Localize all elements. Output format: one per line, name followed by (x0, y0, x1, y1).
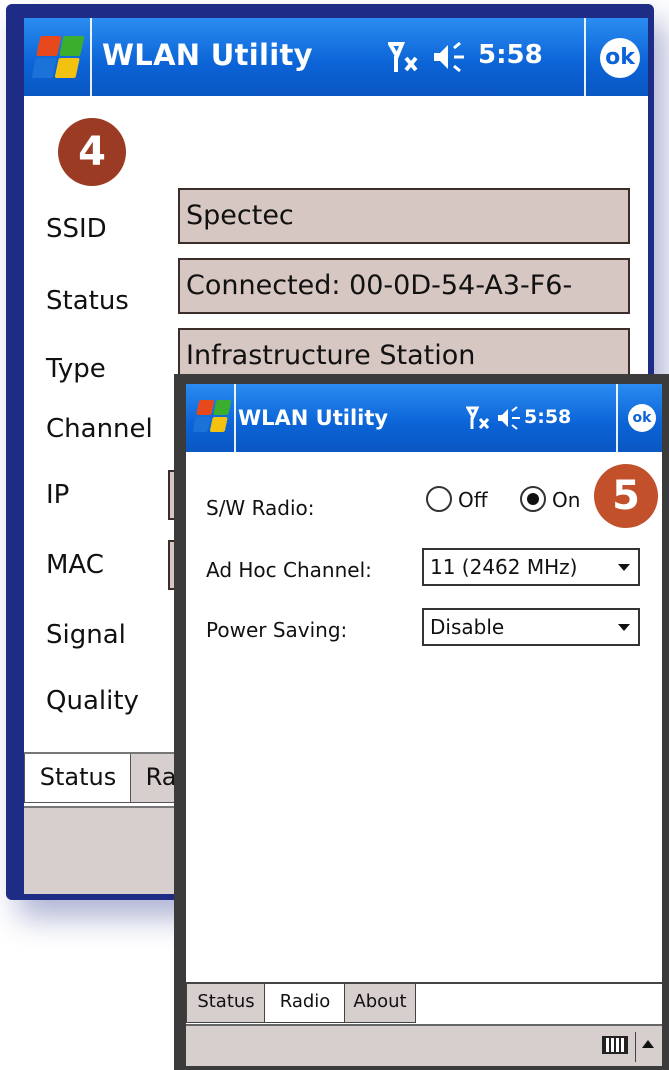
front-titlebar: WLAN Utility 5:58 ok (186, 384, 662, 452)
channel-label: Channel (46, 414, 153, 444)
speaker-icon[interactable] (432, 42, 472, 72)
chevron-down-icon (618, 564, 630, 571)
ok-button[interactable]: ok (628, 404, 656, 432)
step-badge: 4 (58, 118, 126, 186)
menu-separator (635, 1032, 636, 1062)
windows-start-icon[interactable] (192, 400, 232, 432)
app-title: WLAN Utility (102, 38, 313, 72)
status-label: Status (46, 286, 129, 316)
antenna-off-icon[interactable] (388, 42, 424, 76)
front-device-frame: WLAN Utility 5:58 ok 5 S/W Radio: Off On… (174, 374, 669, 1070)
power-saving-label: Power Saving: (206, 618, 348, 642)
title-separator (234, 384, 236, 452)
chevron-down-icon (618, 624, 630, 631)
quality-label: Quality (46, 686, 139, 716)
front-screen: WLAN Utility 5:58 ok 5 S/W Radio: Off On… (186, 384, 662, 1066)
tab-bar: Status Radio About (186, 982, 662, 1024)
clock: 5:58 (478, 40, 543, 70)
title-separator (616, 384, 618, 452)
tab-status[interactable]: Status (186, 984, 266, 1023)
input-panel-arrow-icon[interactable] (642, 1040, 654, 1048)
mac-label: MAC (46, 550, 104, 580)
title-separator (584, 18, 586, 96)
tab-status[interactable]: Status (24, 754, 132, 803)
tab-radio[interactable]: Radio (264, 984, 346, 1023)
radio-on[interactable] (520, 486, 546, 512)
clock: 5:58 (524, 406, 572, 428)
menu-bar (186, 1024, 662, 1066)
radio-on-label[interactable]: On (552, 488, 580, 512)
sw-radio-label: S/W Radio: (206, 496, 315, 520)
ok-button[interactable]: ok (600, 38, 640, 78)
step-badge: 5 (594, 464, 658, 528)
radio-off-label[interactable]: Off (458, 488, 488, 512)
adhoc-channel-select[interactable]: 11 (2462 MHz) (422, 548, 640, 586)
ip-label: IP (46, 480, 70, 510)
radio-off[interactable] (426, 486, 452, 512)
ssid-label: SSID (46, 214, 107, 244)
app-title: WLAN Utility (238, 406, 389, 430)
power-saving-select[interactable]: Disable (422, 608, 640, 646)
type-label: Type (46, 354, 106, 384)
signal-label: Signal (46, 620, 126, 650)
adhoc-channel-value: 11 (2462 MHz) (430, 555, 578, 579)
windows-start-icon[interactable] (31, 36, 85, 78)
tab-about[interactable]: About (344, 984, 416, 1023)
antenna-off-icon[interactable] (466, 406, 494, 432)
keyboard-icon[interactable] (602, 1036, 628, 1054)
title-separator (90, 18, 92, 96)
back-titlebar: WLAN Utility 5:58 ok (24, 18, 648, 96)
power-saving-value: Disable (430, 615, 505, 639)
ssid-field: Spectec (178, 188, 630, 244)
speaker-icon[interactable] (496, 406, 526, 430)
adhoc-channel-label: Ad Hoc Channel: (206, 558, 372, 582)
status-field: Connected: 00-0D-54-A3-F6- (178, 258, 630, 314)
